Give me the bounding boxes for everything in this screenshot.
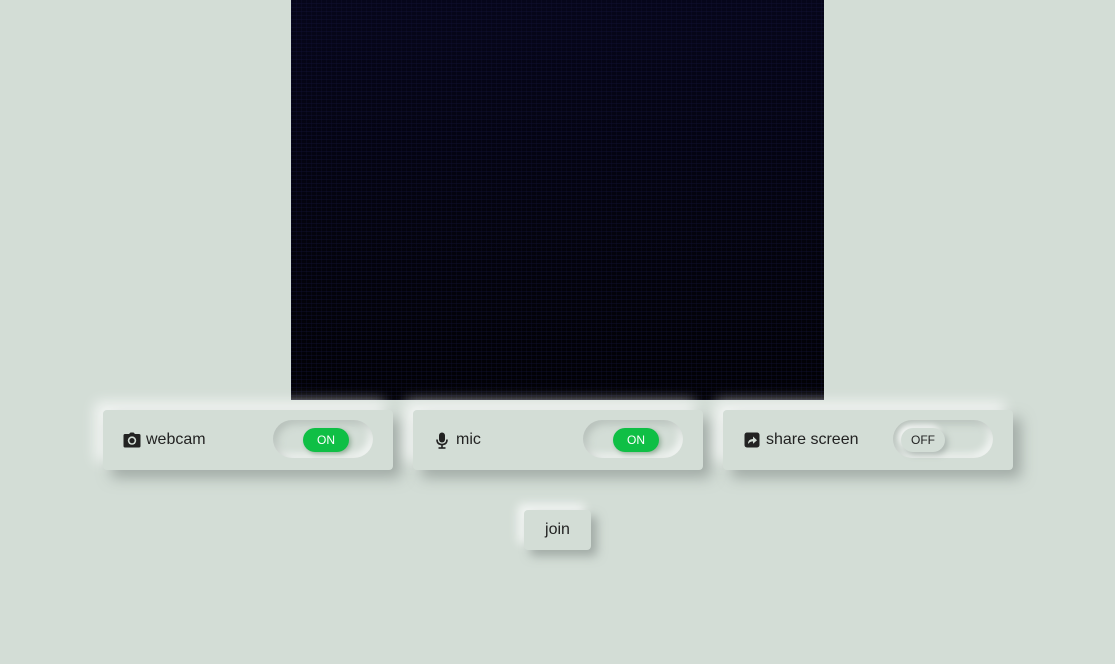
page: webcam ON mic ON share screen OFF join (0, 0, 1115, 664)
mic-toggle[interactable]: ON (583, 420, 683, 458)
mic-toggle-state: ON (613, 428, 659, 452)
share-screen-control: share screen OFF (723, 410, 1013, 470)
mic-control: mic ON (413, 410, 703, 470)
webcam-control: webcam ON (103, 410, 393, 470)
share-icon (743, 431, 761, 449)
share-screen-toggle-state: OFF (901, 428, 945, 452)
share-screen-label: share screen (766, 431, 859, 448)
video-preview (291, 0, 824, 400)
microphone-icon (433, 431, 451, 449)
camera-icon (123, 431, 141, 449)
join-button[interactable]: join (524, 510, 591, 550)
webcam-toggle[interactable]: ON (273, 420, 373, 458)
webcam-toggle-state: ON (303, 428, 349, 452)
mic-label: mic (456, 431, 481, 448)
webcam-label: webcam (146, 431, 206, 448)
share-screen-toggle[interactable]: OFF (893, 420, 993, 458)
